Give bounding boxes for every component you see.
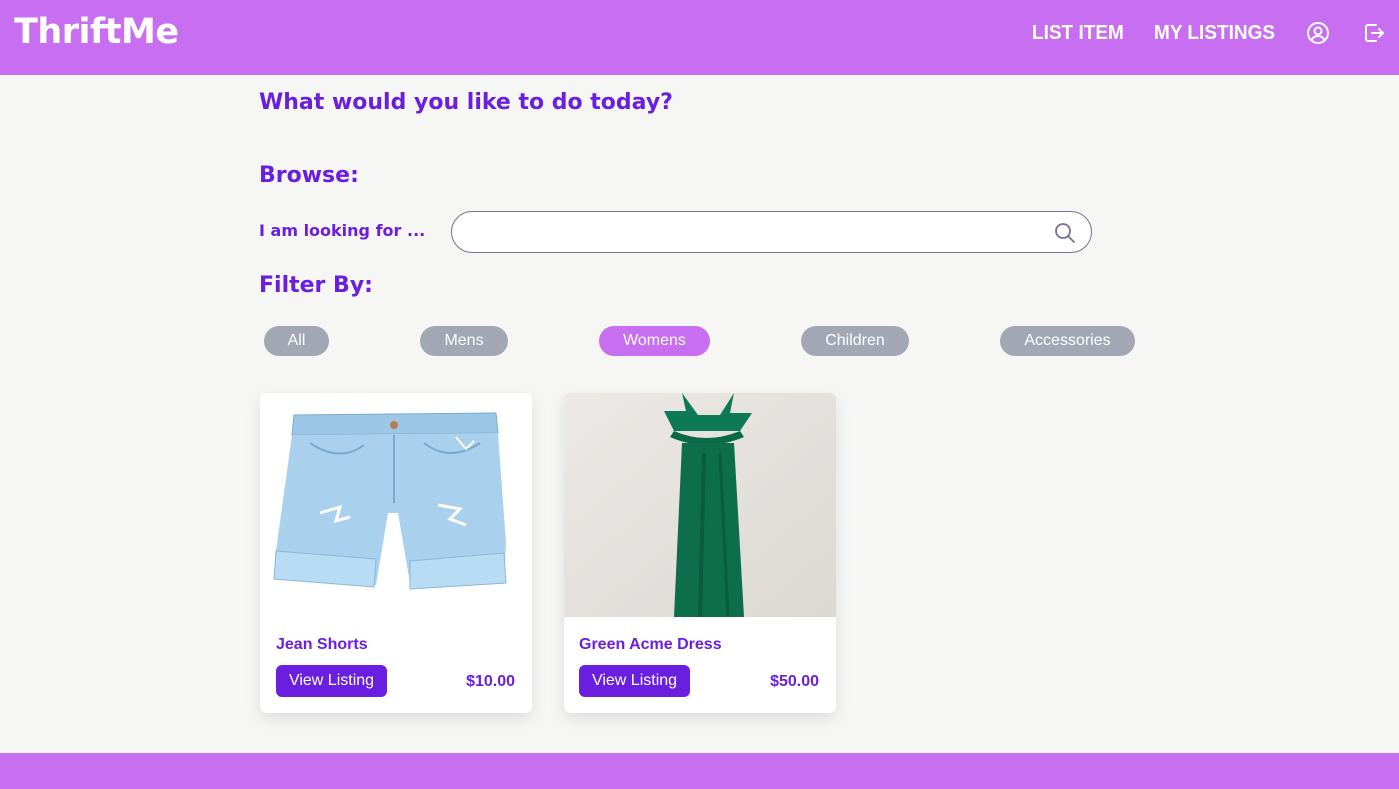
filter-children[interactable]: Children	[801, 326, 909, 356]
listing-card: Jean Shorts View Listing $10.00	[260, 393, 532, 713]
nav-list-item[interactable]: LIST ITEM	[1032, 22, 1124, 45]
green-dress-image[interactable]	[564, 393, 836, 617]
listing-name: Jean Shorts	[276, 636, 368, 653]
listing-card: Green Acme Dress View Listing $50.00	[564, 393, 836, 713]
filter-heading: Filter By:	[259, 273, 373, 298]
browse-heading: Browse:	[259, 163, 359, 188]
filter-accessories[interactable]: Accessories	[1000, 326, 1135, 356]
listing-price: $10.00	[466, 673, 515, 690]
filter-all[interactable]: All	[264, 326, 329, 356]
listing-name: Green Acme Dress	[579, 636, 722, 653]
search-label: I am looking for ...	[259, 221, 426, 240]
logout-icon[interactable]	[1362, 21, 1386, 45]
footer-bar	[0, 753, 1399, 789]
page-greeting: What would you like to do today?	[259, 90, 673, 115]
view-listing-button[interactable]: View Listing	[579, 665, 690, 697]
view-listing-button[interactable]: View Listing	[276, 665, 387, 697]
search-icon[interactable]	[1053, 221, 1077, 245]
search-input[interactable]	[470, 218, 1050, 246]
top-nav-bar: ThriftMe LIST ITEM MY LISTINGS	[0, 0, 1399, 75]
user-circle-icon[interactable]	[1306, 21, 1330, 45]
listing-price: $50.00	[770, 673, 819, 690]
logo[interactable]: ThriftMe	[14, 12, 179, 52]
filter-womens[interactable]: Womens	[599, 326, 710, 356]
jean-shorts-image[interactable]	[260, 393, 532, 617]
filter-mens[interactable]: Mens	[420, 326, 508, 356]
search-bar[interactable]	[451, 211, 1092, 253]
nav-my-listings[interactable]: MY LISTINGS	[1154, 22, 1275, 45]
